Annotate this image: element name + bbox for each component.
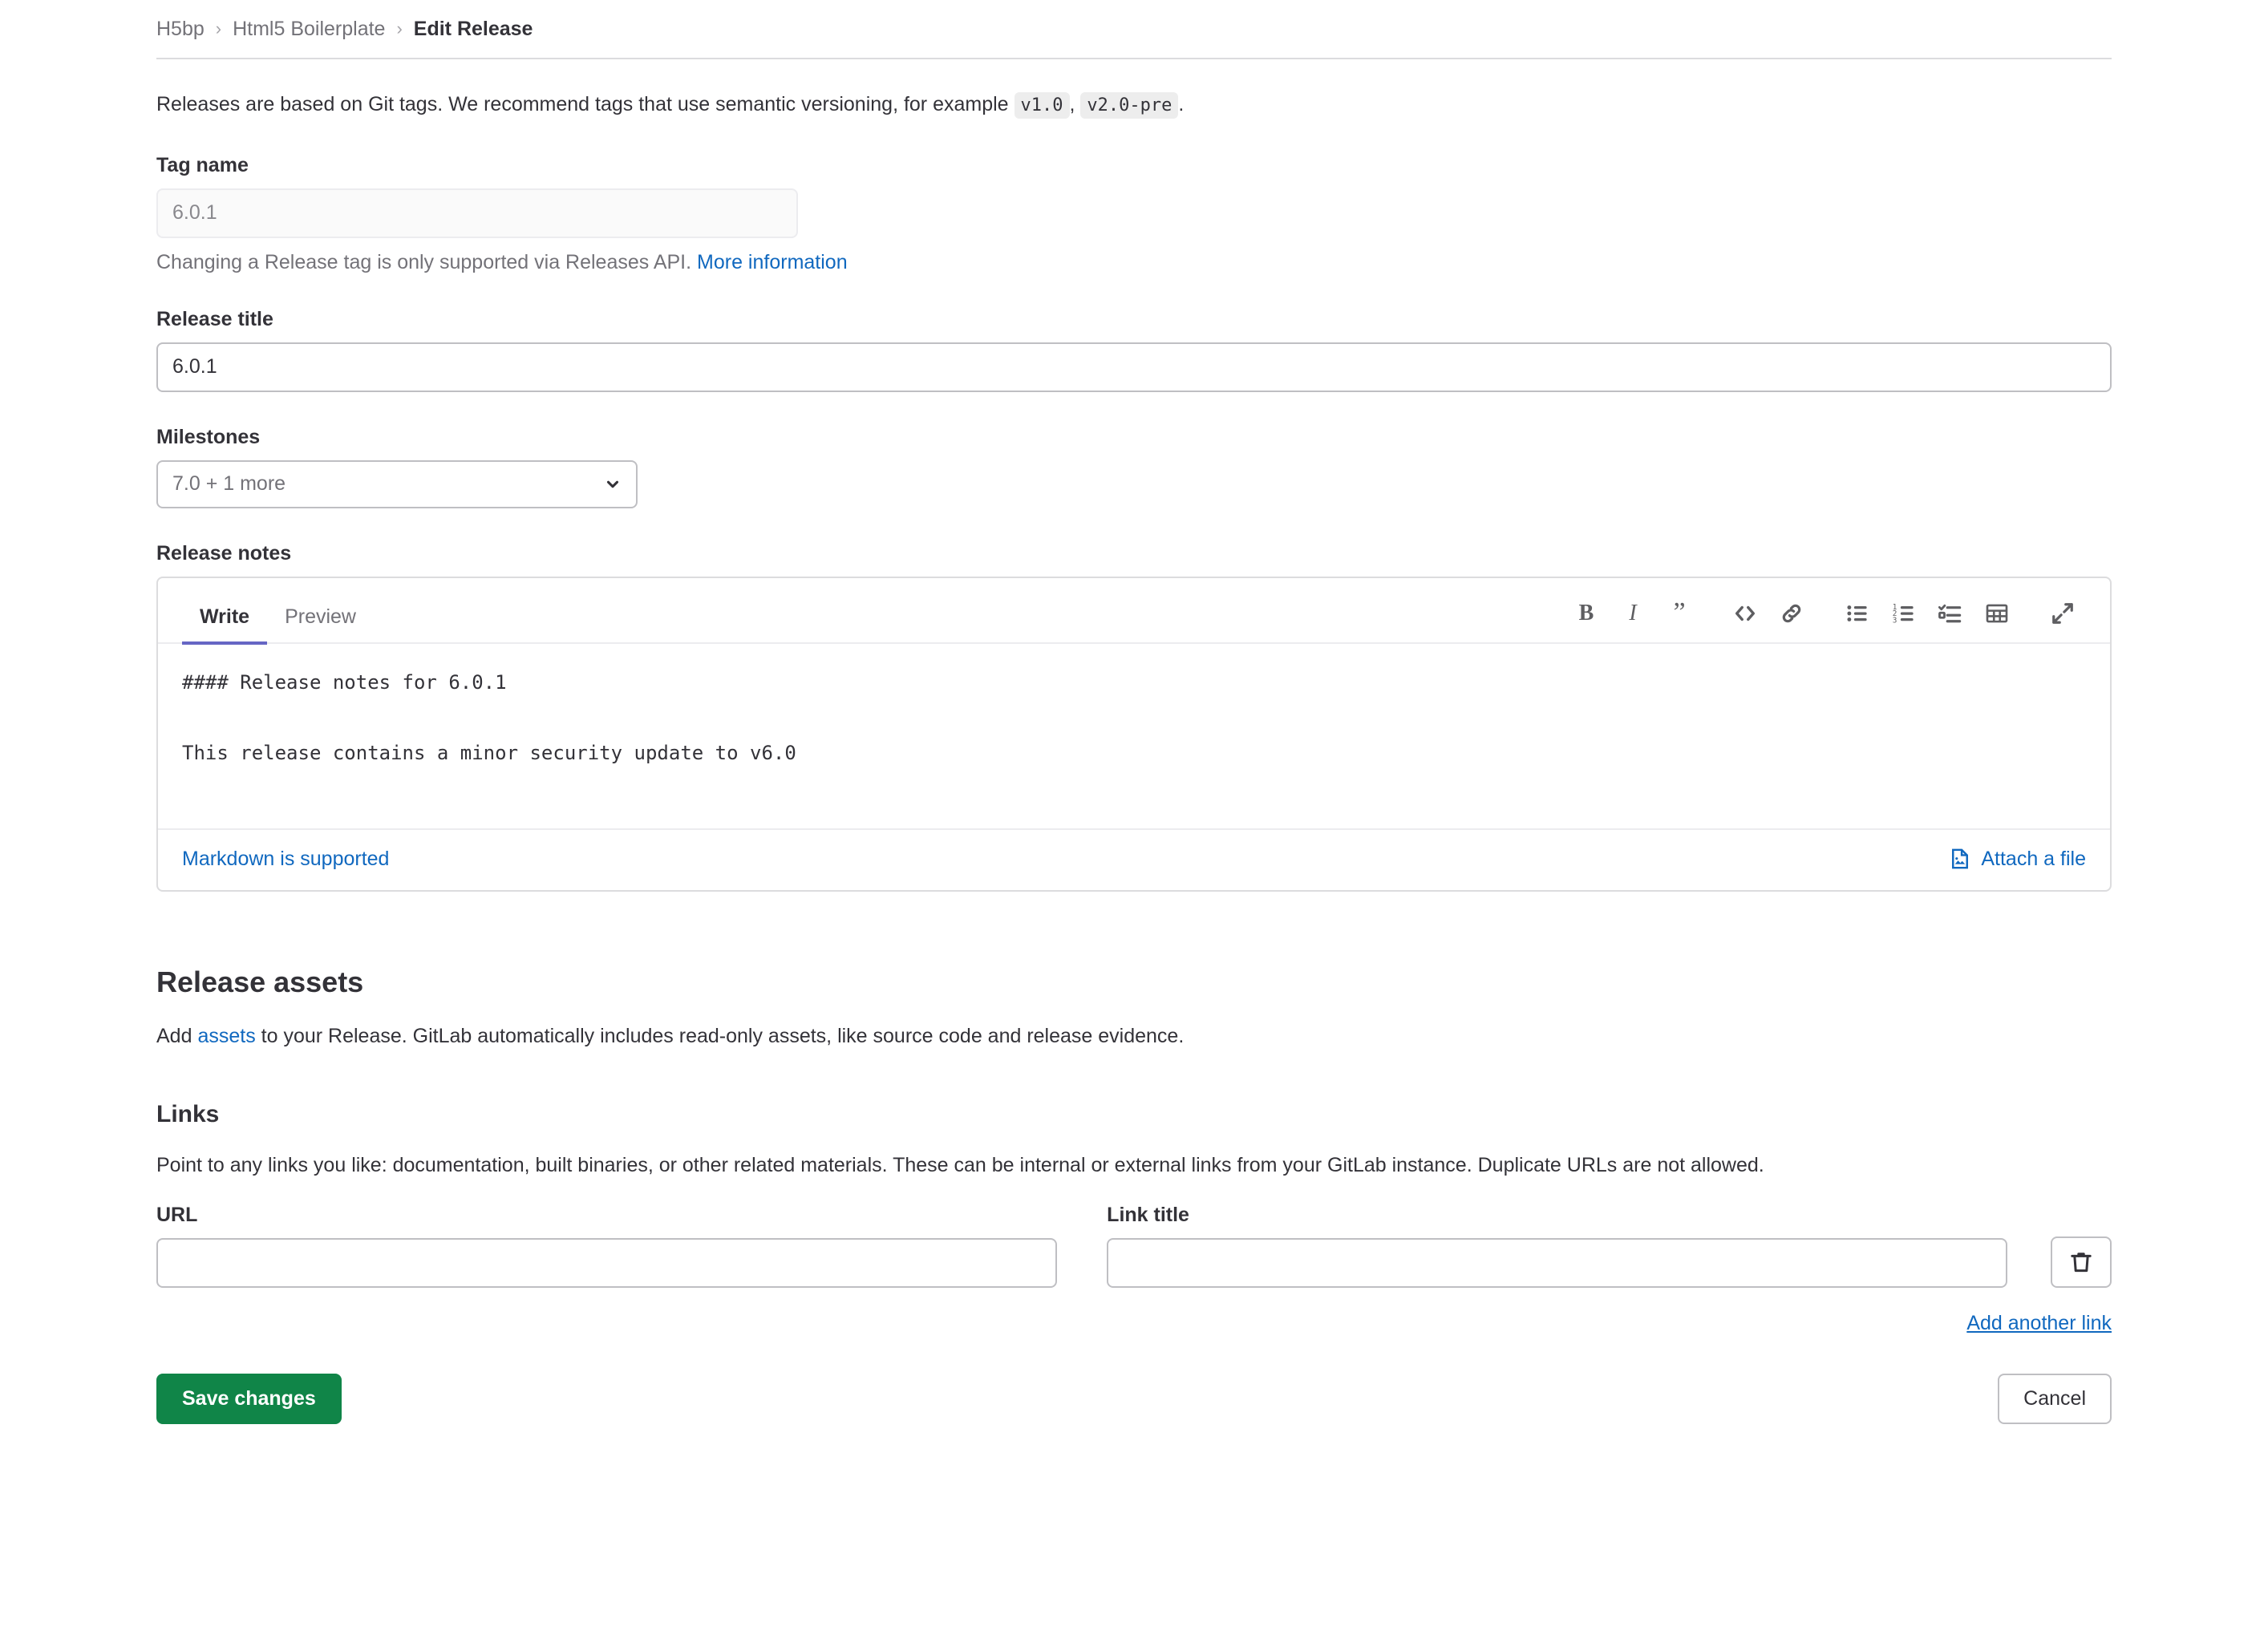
intro-text-after: . (1178, 93, 1184, 115)
italic-icon[interactable]: I (1610, 596, 1656, 631)
media-document-icon (1949, 848, 1971, 870)
fullscreen-icon[interactable] (2039, 596, 2086, 631)
code-icon[interactable] (1722, 596, 1768, 631)
release-notes-textarea[interactable]: #### Release notes for 6.0.1 This releas… (158, 644, 2110, 828)
editor-header: Write Preview B I ” (158, 578, 2110, 644)
example-tag-code-1: v1.0 (1015, 92, 1070, 119)
add-link-row: Add another link (156, 1312, 2112, 1335)
markdown-supported-link[interactable]: Markdown is supported (182, 848, 389, 871)
intro-text: Releases are based on Git tags. We recom… (156, 90, 2112, 120)
tag-name-input[interactable]: 6.0.1 (156, 188, 798, 238)
tag-name-label: Tag name (156, 154, 2112, 177)
intro-text-before: Releases are based on Git tags. We recom… (156, 93, 1015, 115)
links-heading: Links (156, 1101, 2112, 1128)
breadcrumb-item-current: Edit Release (414, 18, 533, 41)
more-information-link[interactable]: More information (697, 251, 848, 273)
link-title-field: Link title (1107, 1204, 2007, 1288)
svg-text:3: 3 (1893, 616, 1897, 625)
form-actions: Save changes Cancel (156, 1374, 2112, 1520)
release-assets-description: Add assets to your Release. GitLab autom… (156, 1022, 2112, 1052)
edit-release-page: H5bp › Html5 Boilerplate › Edit Release … (0, 0, 2268, 1520)
breadcrumb-separator-icon: › (396, 20, 402, 38)
save-changes-button[interactable]: Save changes (156, 1374, 342, 1424)
tag-name-value: 6.0.1 (172, 201, 217, 225)
tag-name-helper: Changing a Release tag is only supported… (156, 251, 2112, 274)
numbered-list-icon[interactable]: 1 2 3 (1881, 596, 1927, 631)
editor-footer: Markdown is supported Attach a file (158, 828, 2110, 890)
attach-file-button[interactable]: Attach a file (1949, 848, 2086, 871)
table-icon[interactable] (1974, 596, 2020, 631)
tag-name-helper-text: Changing a Release tag is only supported… (156, 251, 691, 273)
url-field: URL (156, 1204, 1057, 1288)
breadcrumb: H5bp › Html5 Boilerplate › Edit Release (156, 0, 2112, 58)
breadcrumb-item-project[interactable]: Html5 Boilerplate (233, 18, 385, 41)
editor-tabs: Write Preview (182, 605, 374, 642)
example-tag-code-2: v2.0-pre (1080, 92, 1178, 119)
milestones-selected-value: 7.0 + 1 more (172, 472, 286, 496)
release-title-value: 6.0.1 (172, 355, 217, 378)
url-label: URL (156, 1204, 1057, 1227)
task-list-icon[interactable] (1927, 596, 1974, 631)
header-divider (156, 58, 2112, 59)
bullet-list-icon[interactable] (1834, 596, 1881, 631)
breadcrumb-item-group[interactable]: H5bp (156, 18, 205, 41)
assets-link[interactable]: assets (197, 1025, 255, 1047)
link-icon[interactable] (1768, 596, 1815, 631)
attach-file-label: Attach a file (1981, 848, 2086, 871)
intro-text-middle: , (1070, 93, 1075, 115)
quote-icon[interactable]: ” (1656, 596, 1703, 631)
release-title-label: Release title (156, 308, 2112, 331)
link-title-input[interactable] (1107, 1238, 2007, 1288)
chevron-down-icon (604, 476, 622, 493)
release-assets-heading: Release assets (156, 965, 2112, 999)
links-description: Point to any links you like: documentati… (156, 1151, 2112, 1181)
markdown-editor: Write Preview B I ” (156, 577, 2112, 892)
link-title-label: Link title (1107, 1204, 2007, 1227)
assets-text-after: to your Release. GitLab automatically in… (256, 1025, 1185, 1047)
breadcrumb-separator-icon: › (216, 20, 221, 38)
tab-write[interactable]: Write (182, 605, 267, 645)
release-notes-label: Release notes (156, 542, 2112, 565)
milestones-select[interactable]: 7.0 + 1 more (156, 460, 638, 508)
asset-link-row: URL Link title (156, 1204, 2112, 1288)
cancel-button[interactable]: Cancel (1998, 1374, 2112, 1424)
assets-text-before: Add (156, 1025, 197, 1047)
tab-preview[interactable]: Preview (267, 605, 374, 645)
add-another-link-button[interactable]: Add another link (1966, 1312, 2112, 1335)
bold-icon[interactable]: B (1563, 596, 1610, 631)
url-input[interactable] (156, 1238, 1057, 1288)
editor-toolbar: B I ” (1563, 596, 2086, 642)
release-title-input[interactable]: 6.0.1 (156, 342, 2112, 392)
remove-link-button[interactable] (2051, 1236, 2112, 1288)
trash-icon (2068, 1249, 2094, 1275)
milestones-label: Milestones (156, 426, 2112, 449)
